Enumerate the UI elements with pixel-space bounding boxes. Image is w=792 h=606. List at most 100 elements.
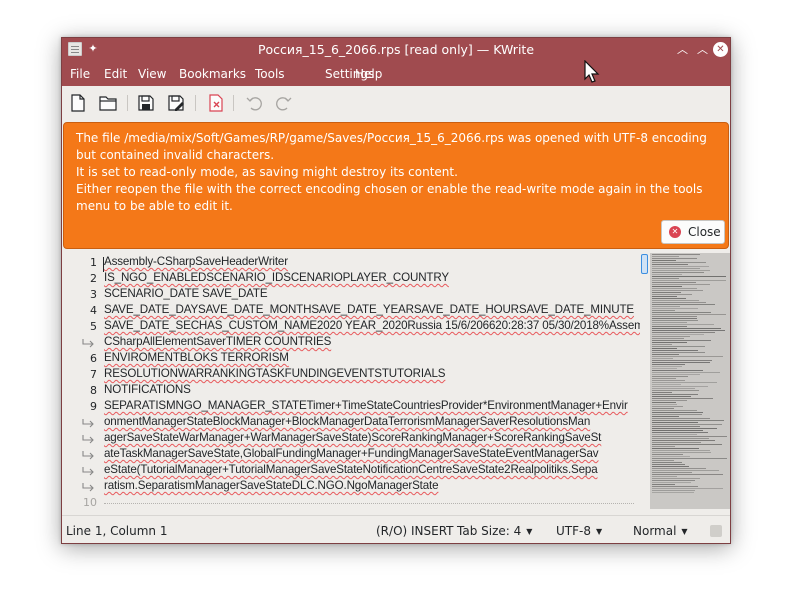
- close-window-icon[interactable]: ✕: [713, 42, 728, 57]
- minimap-line: [652, 328, 721, 329]
- minimap-line: [652, 310, 675, 311]
- minimap-line: [652, 468, 706, 469]
- menu-help[interactable]: Help: [355, 67, 382, 81]
- minimap-line: [652, 388, 695, 389]
- minimap-line: [652, 462, 682, 463]
- cursor-position[interactable]: Line 1, Column 1: [66, 524, 168, 538]
- minimap-line: [652, 350, 698, 351]
- minimap-line: [652, 348, 677, 349]
- text-line[interactable]: NOTIFICATIONS: [104, 383, 191, 396]
- text-line[interactable]: IS_NGO_ENABLEDSCENARIO_IDSCENARIOPLAYER_…: [104, 271, 449, 284]
- text-line[interactable]: ENVIROMENTBLOKS TERRORISM: [104, 351, 289, 364]
- minimap-line: [652, 364, 685, 365]
- new-document-icon[interactable]: [69, 94, 87, 112]
- minimap-line: [652, 278, 679, 279]
- menu-view[interactable]: View: [138, 67, 166, 81]
- minimap-line: [652, 438, 709, 439]
- minimap-line: [652, 272, 704, 273]
- minimize-icon[interactable]: ︿: [675, 42, 690, 57]
- menu-tools[interactable]: Tools: [255, 67, 285, 81]
- minimap-line: [652, 486, 698, 487]
- text-line[interactable]: agerSaveStateWarManager+WarManagerSaveSt…: [104, 431, 601, 444]
- minimap-line: [652, 372, 720, 373]
- close-banner-button[interactable]: ✕ Close: [661, 220, 725, 244]
- toolbar-separator: [195, 95, 196, 111]
- line-number: 1: [90, 256, 97, 269]
- edit-mode[interactable]: (R/O) INSERT: [376, 524, 454, 538]
- text-line[interactable]: SAVE_DATE_DAYSAVE_DATE_MONTHSAVE_DATE_YE…: [104, 303, 634, 316]
- minimap-line: [652, 466, 689, 467]
- line-number: 7: [90, 368, 97, 381]
- line-wrap-icon: [82, 483, 94, 492]
- minimap-line: [652, 458, 727, 459]
- minimap-line: [652, 324, 714, 325]
- input-mode-dropdown[interactable]: Normal ▼: [633, 524, 688, 538]
- minimap-line: [652, 484, 675, 485]
- minimap-line: [652, 286, 682, 287]
- save-icon[interactable]: [137, 94, 155, 112]
- minimap-line: [652, 344, 672, 345]
- menu-edit[interactable]: Edit: [104, 67, 127, 81]
- text-line[interactable]: eState(TutorialManager+TutorialManagerSa…: [104, 463, 598, 476]
- open-folder-icon[interactable]: [99, 94, 117, 112]
- document-minimap[interactable]: [650, 253, 730, 509]
- minimap-line: [652, 440, 715, 441]
- menu-file[interactable]: File: [70, 67, 90, 81]
- minimap-line: [652, 416, 679, 417]
- minimap-line: [652, 400, 687, 401]
- tab-size-dropdown[interactable]: Tab Size: 4 ▼: [457, 524, 532, 538]
- minimap-line: [652, 312, 711, 313]
- text-editor[interactable]: 1234567891011 Assembly-CSharpSaveHeaderW…: [62, 253, 640, 509]
- minimap-line: [652, 266, 709, 267]
- chevron-down-icon: ▼: [526, 527, 533, 536]
- text-line[interactable]: SEPARATISMNGO_MANAGER_STATETimer+TimeSta…: [104, 399, 628, 412]
- minimap-line: [652, 420, 724, 421]
- close-circle-icon: ✕: [669, 226, 681, 238]
- save-as-icon[interactable]: [167, 94, 185, 112]
- text-line[interactable]: RESOLUTIONWARRANKINGTASKFUNDINGEVENTSTUT…: [104, 367, 446, 380]
- minimap-line: [652, 368, 677, 369]
- text-line[interactable]: CSharpAllElementSaverTIMER COUNTRIES: [104, 335, 331, 348]
- minimap-line: [652, 260, 676, 261]
- undo-icon[interactable]: [245, 94, 263, 112]
- line-number-gutter: 1234567891011: [62, 253, 100, 509]
- minimap-line: [652, 308, 698, 309]
- minimap-line: [652, 488, 723, 489]
- text-line[interactable]: ateTaskManagerSaveState,GlobalFundingMan…: [104, 447, 599, 460]
- title-bar[interactable]: ✦ Россия_15_6_2066.rps [read only] — KWr…: [62, 38, 730, 62]
- minimap-line: [652, 322, 687, 323]
- resize-grip-icon[interactable]: [710, 525, 722, 537]
- scrollbar-thumb[interactable]: [641, 254, 648, 274]
- vertical-scrollbar[interactable]: [640, 253, 650, 509]
- minimap-line: [652, 274, 682, 275]
- minimap-line: [652, 426, 700, 427]
- minimap-line: [652, 432, 708, 433]
- line-wrap-icon: [82, 467, 94, 476]
- document-text[interactable]: Assembly-CSharpSaveHeaderWriter IS_NGO_EN…: [104, 253, 640, 509]
- minimap-line: [652, 294, 692, 295]
- text-line[interactable]: ratism.SeparatismManagerSaveStateDLC.NGO…: [104, 479, 439, 492]
- minimap-line: [652, 406, 683, 407]
- minimap-line: [652, 256, 679, 257]
- minimap-line: [652, 408, 674, 409]
- close-document-icon[interactable]: [207, 94, 225, 112]
- text-line[interactable]: Assembly-CSharpSaveHeaderWriter: [104, 255, 288, 268]
- minimap-line: [652, 340, 711, 341]
- encoding-dropdown[interactable]: UTF-8 ▼: [556, 524, 602, 538]
- maximize-icon[interactable]: ︿: [695, 42, 710, 57]
- menu-bookmarks[interactable]: Bookmarks: [179, 67, 246, 81]
- window-title: Россия_15_6_2066.rps [read only] — KWrit…: [257, 42, 535, 57]
- text-line[interactable]: SCENARIO_DATE SAVE_DATE: [104, 287, 268, 300]
- text-line[interactable]: SAVE_DATE_SECHAS_CUSTOM_NAME2020 YEAR_20…: [104, 319, 640, 332]
- minimap-line: [652, 392, 672, 393]
- minimap-line: [652, 284, 710, 285]
- minimap-line: [652, 424, 722, 425]
- text-line[interactable]: onmentManagerStateBlockManager+BlockMana…: [104, 415, 590, 428]
- line-number: 6: [90, 352, 97, 365]
- minimap-line: [652, 360, 712, 361]
- minimap-line: [652, 354, 679, 355]
- minimap-line: [652, 456, 690, 457]
- redo-icon[interactable]: [275, 94, 293, 112]
- line-wrap-icon: [82, 419, 94, 428]
- minimap-line: [652, 478, 700, 479]
